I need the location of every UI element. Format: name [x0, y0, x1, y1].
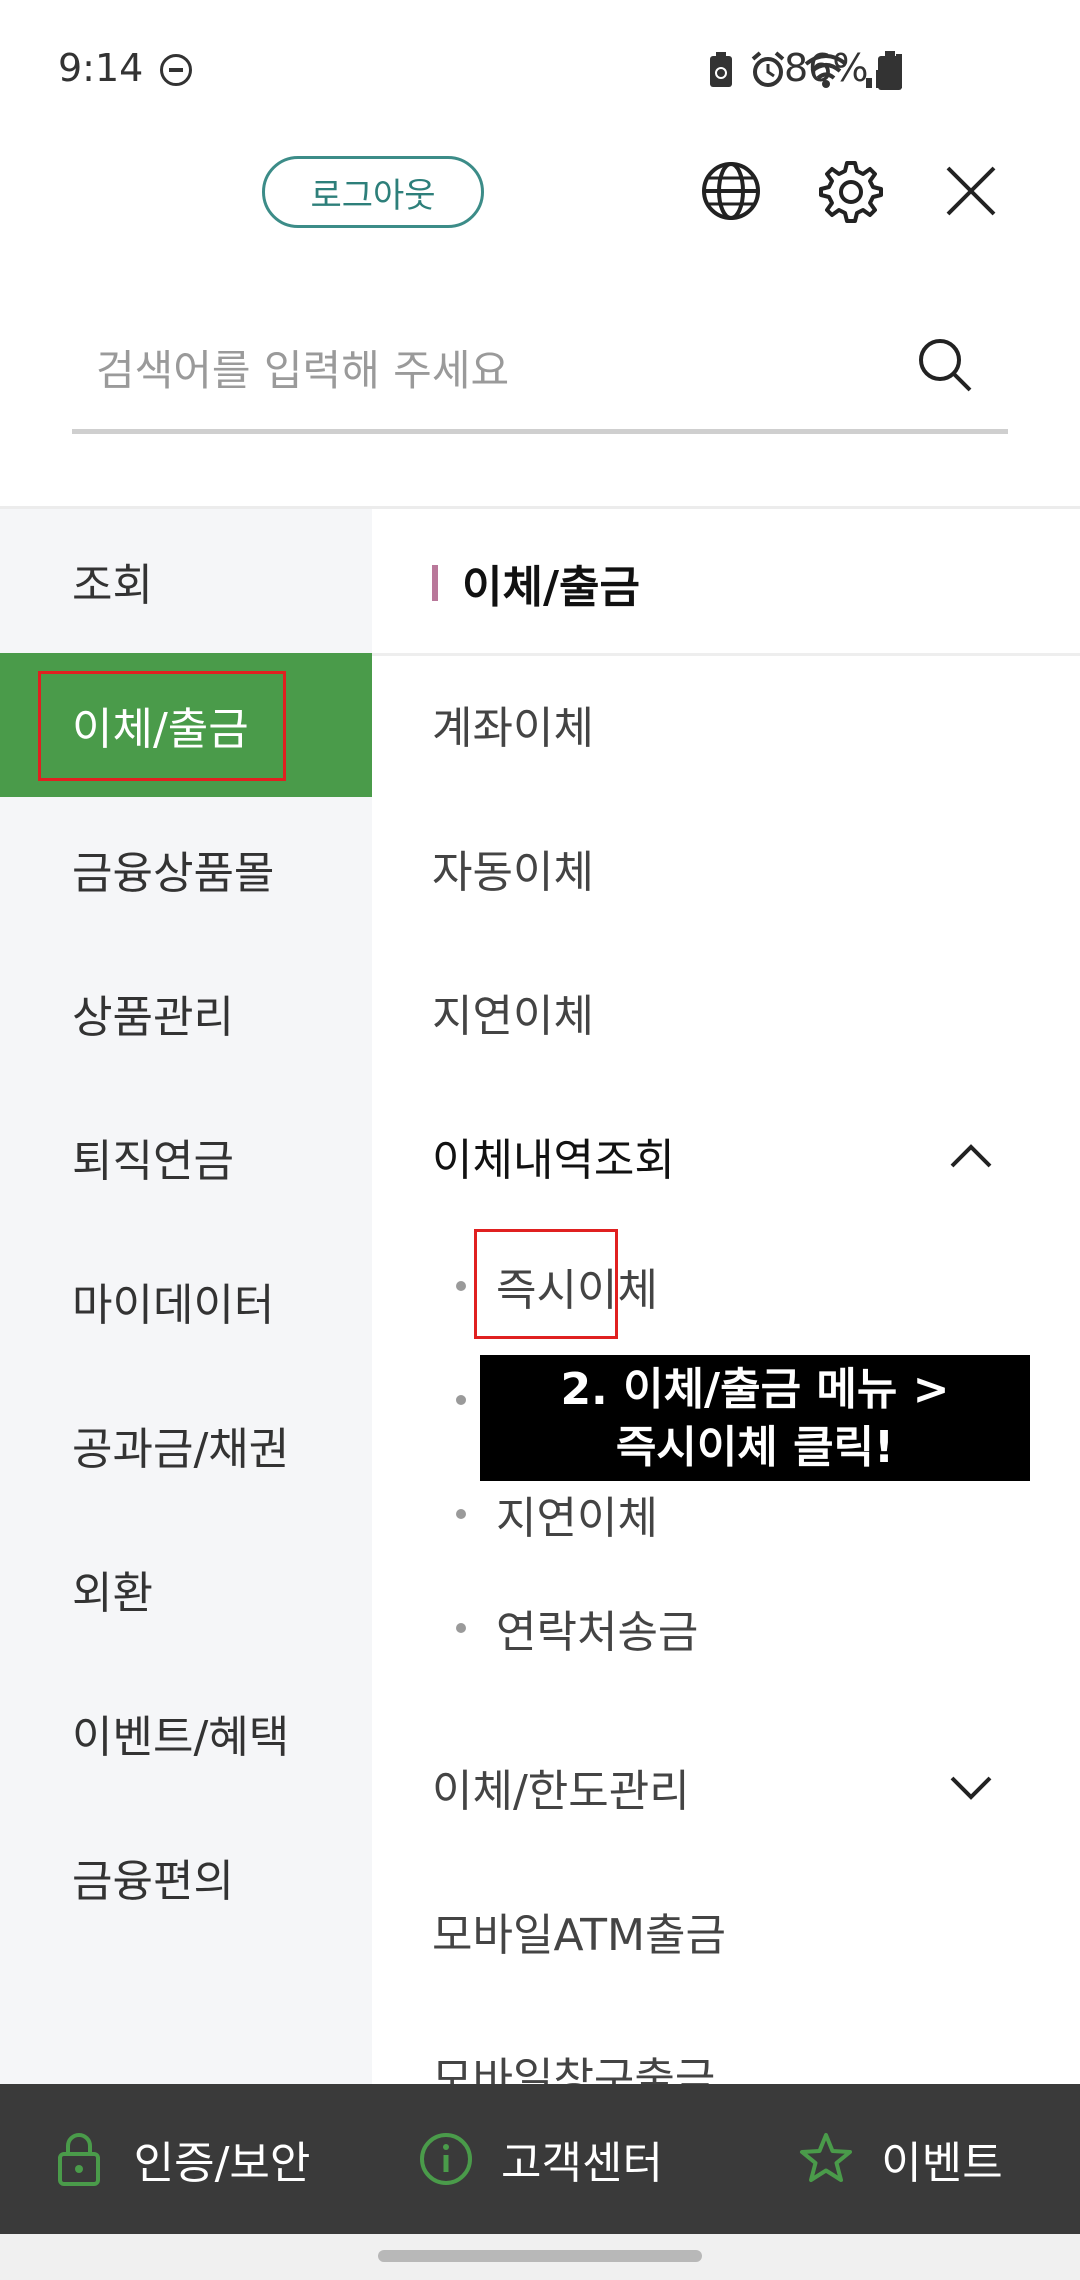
sub-item-label: 연락처송금 — [496, 1607, 699, 1658]
callout-line-1: 2. 이체/출금 메뉴 > — [560, 1364, 950, 1415]
chevron-up-icon[interactable] — [946, 1136, 996, 1176]
tutorial-callout: 2. 이체/출금 메뉴 > 즉시이체 클릭! — [480, 1355, 1030, 1481]
sub-item-label: 지연이체 — [496, 1493, 658, 1544]
bullet — [456, 1623, 466, 1633]
search-input[interactable] — [96, 330, 896, 410]
close-icon[interactable] — [938, 158, 1004, 224]
submenu-delayed-transfer[interactable]: 지연이체 — [432, 972, 594, 1052]
submenu-account-transfer[interactable]: 계좌이체 — [432, 684, 594, 764]
section-title-text: 이체/출금 — [462, 562, 640, 613]
logout-button[interactable]: 로그아웃 — [262, 156, 484, 228]
battery-icon — [878, 51, 902, 90]
gear-icon[interactable] — [818, 158, 884, 224]
menu-item-forex[interactable]: 외환 — [0, 1517, 372, 1661]
search-icon[interactable] — [912, 332, 978, 398]
dnd-icon — [160, 54, 192, 86]
bottom-item-label: 인증/보안 — [133, 2138, 311, 2189]
submenu-transfer-history[interactable]: 이체내역조회 — [432, 1116, 675, 1196]
star-icon — [800, 2133, 853, 2182]
section-bar — [432, 565, 438, 601]
menu-item-events[interactable]: 이벤트/혜택 — [0, 1661, 372, 1805]
menu-item-utilities[interactable]: 공과금/채권 — [0, 1373, 372, 1517]
bottom-item-events[interactable]: 이벤트 — [720, 2084, 1080, 2234]
globe-icon[interactable] — [698, 158, 764, 224]
category-menu: 조회 이체/출금 금융상품몰 상품관리 퇴직연금 마이데이터 공과금/채권 외환… — [0, 509, 372, 2084]
section-title: 이체/출금 — [432, 553, 640, 613]
status-bar: 9:14 86% — [0, 0, 1080, 140]
highlight-box — [474, 1229, 618, 1339]
home-indicator[interactable] — [378, 2250, 702, 2262]
info-icon — [420, 2133, 473, 2185]
sub-item-contact-transfer[interactable]: 연락처송금 — [456, 1593, 698, 1663]
bottom-item-security[interactable]: 인증/보안 — [0, 2084, 360, 2234]
bullet — [456, 1395, 466, 1405]
bottom-item-label: 이벤트 — [881, 2138, 1003, 2189]
sub-item-delayed-transfer[interactable]: 지연이체 — [456, 1479, 658, 1549]
bottom-bar: 인증/보안 고객센터 이벤트 — [0, 2084, 1080, 2234]
status-time: 9:14 — [58, 46, 144, 90]
battery-saver-icon — [710, 52, 732, 87]
menu-item-pension[interactable]: 퇴직연금 — [0, 1085, 372, 1229]
menu-item-mydata[interactable]: 마이데이터 — [0, 1229, 372, 1373]
submenu-mobile-atm[interactable]: 모바일ATM출금 — [432, 1891, 726, 1971]
callout-line-2: 즉시이체 클릭! — [615, 1422, 895, 1473]
battery-percent: 86% — [784, 46, 869, 90]
menu-item-products[interactable]: 금융상품몰 — [0, 797, 372, 941]
menu-item-convenience[interactable]: 금융편의 — [0, 1805, 372, 1949]
submenu-panel: 이체/출금 계좌이체 자동이체 지연이체 이체내역조회 즉시이체 지연이체 연락… — [372, 509, 1080, 2084]
submenu-auto-transfer[interactable]: 자동이체 — [432, 828, 594, 908]
bottom-item-label: 고객센터 — [501, 2138, 663, 2189]
submenu-mobile-counter[interactable]: 모바일창구출금 — [432, 2035, 715, 2084]
divider — [372, 653, 1080, 656]
lock-icon — [57, 2133, 100, 2186]
submenu-limit-management[interactable]: 이체/한도관리 — [432, 1747, 690, 1827]
menu-item-inquiry[interactable]: 조회 — [0, 509, 372, 653]
menu-item-product-management[interactable]: 상품관리 — [0, 941, 372, 1085]
bottom-item-customer-center[interactable]: 고객센터 — [360, 2084, 720, 2234]
highlight-box — [38, 671, 286, 781]
bullet — [456, 1281, 466, 1291]
bullet — [456, 1509, 466, 1519]
chevron-down-icon[interactable] — [946, 1767, 996, 1807]
alarm-icon — [751, 51, 785, 87]
search-bar — [72, 310, 1008, 434]
